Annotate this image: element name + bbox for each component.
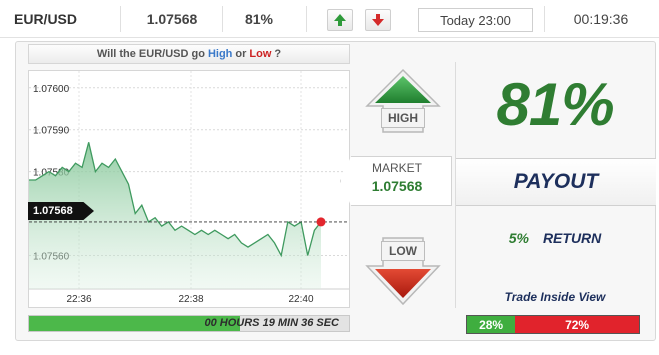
price-chart-svg: 1.076001.075901.075801.0756022:3622:3822…	[29, 71, 349, 305]
market-price: 1.07568	[371, 178, 423, 194]
x-tick-label: 22:38	[178, 294, 203, 305]
low-label: LOW	[381, 241, 425, 261]
y-tick-label: 1.07590	[33, 126, 70, 137]
question-prefix: Will the EUR/USD go	[96, 48, 205, 60]
x-tick-label: 22:36	[66, 294, 91, 305]
return-row: 5% RETURN	[470, 230, 640, 246]
payout-label: PAYOUT	[513, 170, 599, 193]
time-remaining: 00 HOURS 19 MIN 36 SEC	[204, 317, 340, 329]
sentiment-low: 72%	[515, 316, 639, 333]
divider	[544, 6, 545, 32]
current-price: 1.07568	[146, 11, 198, 27]
top-bar: EUR/USD 1.07568 81% Today 23:00 00:19:36	[0, 0, 659, 38]
high-button[interactable]: HIGH	[365, 68, 441, 134]
payout-percent-large: 81%	[496, 71, 614, 138]
return-percent: 5%	[508, 230, 529, 246]
payout-banner: PAYOUT	[456, 158, 656, 206]
put-button[interactable]	[365, 9, 391, 31]
x-tick-label: 22:40	[288, 294, 313, 305]
market-label: MARKET	[371, 161, 422, 175]
current-price-marker	[316, 217, 326, 227]
countdown-timer: 00:19:36	[573, 11, 629, 27]
question-bar: Will the EUR/USD go High or Low ?	[28, 44, 350, 64]
divider	[306, 6, 307, 32]
arrow-up-icon	[334, 14, 346, 26]
question-high: High	[207, 48, 233, 60]
question-suffix: ?	[274, 48, 282, 60]
expiry-select[interactable]: Today 23:00	[418, 8, 533, 32]
divider	[120, 6, 121, 32]
payout-percent: 81%	[244, 11, 274, 27]
y-tick-label: 1.07600	[33, 84, 70, 95]
arrow-down-icon	[372, 14, 384, 26]
sentiment-bar: 28% 72%	[466, 315, 640, 334]
question-low: Low	[249, 48, 272, 60]
price-chart: 1.076001.075901.075801.0756022:3622:3822…	[28, 70, 350, 308]
asset-pair[interactable]: EUR/USD	[14, 0, 114, 38]
return-label: RETURN	[542, 230, 602, 246]
current-price-tag: 1.07568	[28, 202, 94, 220]
sentiment-high: 28%	[467, 316, 516, 333]
low-button[interactable]: LOW	[365, 236, 441, 306]
expiry-progress-bar: 00 HOURS 19 MIN 36 SEC	[28, 315, 350, 332]
trade-inside-view-label: Trade Inside View	[504, 290, 606, 304]
divider	[222, 6, 223, 32]
high-label: HIGH	[381, 108, 425, 128]
call-button[interactable]	[327, 9, 353, 31]
question-or: or	[235, 48, 247, 60]
